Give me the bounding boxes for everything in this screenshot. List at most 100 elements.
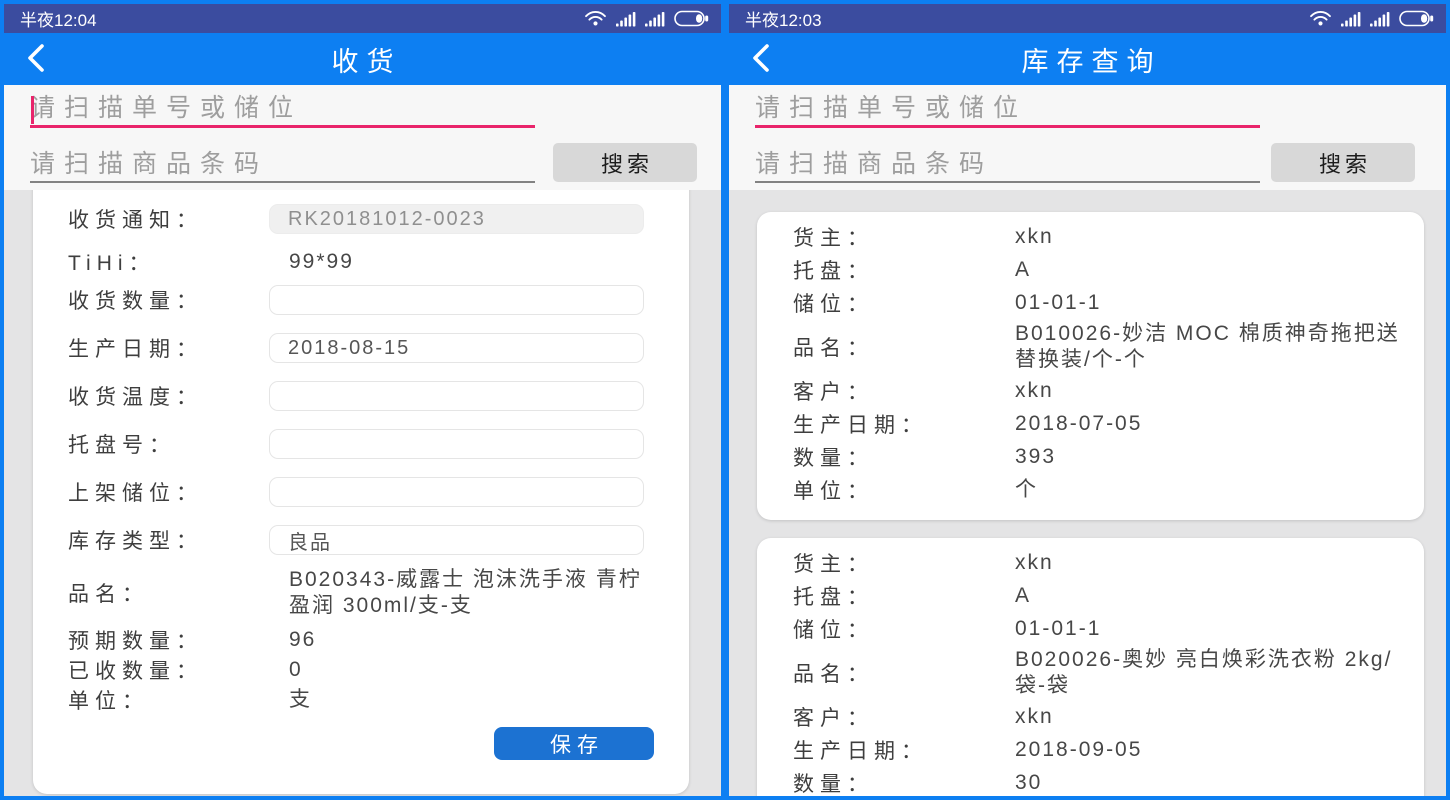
field-label: 生产日期： [68, 333, 269, 363]
pallet-value: A [1015, 583, 1031, 609]
inventory-row-bin: 储位： 01-01-1 [793, 614, 1404, 644]
stock-type-input[interactable] [269, 525, 644, 555]
inventory-list: 货主： xkn 托盘： A 储位： 01-01-1 品名： B010026-妙洁… [729, 190, 1446, 796]
field-label: 生产日期： [793, 735, 1015, 765]
field-label: 收货数量： [68, 285, 269, 315]
back-button[interactable] [18, 41, 54, 77]
field-label: 预期数量： [68, 625, 269, 655]
field-label: 品名： [793, 332, 1015, 362]
inventory-row-owner: 货主： xkn [793, 222, 1404, 252]
search-section: 搜索 [729, 85, 1446, 190]
putaway-bin-input[interactable] [269, 477, 644, 507]
customer-value: xkn [1015, 704, 1054, 730]
field-label: 单位： [68, 685, 269, 715]
inventory-row-customer: 客户： xkn [793, 702, 1404, 732]
bin-value: 01-01-1 [1015, 290, 1101, 316]
back-chevron-icon [26, 42, 46, 77]
signal-bars-icon [616, 11, 636, 27]
inventory-row-owner: 货主： xkn [793, 548, 1404, 578]
bin-value: 01-01-1 [1015, 616, 1101, 642]
form-row-production-date: 生产日期： [68, 333, 654, 363]
customer-value: xkn [1015, 378, 1054, 404]
field-label: 托盘： [793, 581, 1015, 611]
product-barcode-input[interactable] [30, 147, 535, 183]
inventory-row-qty: 数量： 30 [793, 768, 1404, 796]
clock-text: 半夜12:03 [745, 6, 822, 31]
form-row-receive-qty: 收货数量： [68, 285, 654, 315]
order-or-bin-scan-input[interactable] [755, 92, 1260, 128]
battery-icon [1399, 10, 1434, 27]
order-or-bin-scan-input[interactable] [30, 92, 535, 128]
field-label: 品名： [793, 658, 1015, 688]
unit-value: 支 [269, 687, 644, 713]
battery-icon [674, 10, 709, 27]
owner-value: xkn [1015, 224, 1054, 250]
field-label: 上架储位： [68, 477, 269, 507]
field-label: 收货温度： [68, 381, 269, 411]
unit-value: 个 [1015, 477, 1038, 503]
field-label: 托盘号： [68, 429, 269, 459]
expected-qty-value: 96 [269, 627, 644, 653]
form-row-received-qty: 已收数量： 0 [68, 655, 654, 685]
inventory-row-production-date: 生产日期： 2018-09-05 [793, 735, 1404, 765]
dual-screen-mockup: 半夜12:04 收货 [0, 0, 1450, 800]
inventory-card: 货主： xkn 托盘： A 储位： 01-01-1 品名： B020026-奥妙… [757, 538, 1424, 796]
status-bar: 半夜12:03 [729, 4, 1446, 33]
search-button[interactable]: 搜索 [553, 143, 697, 182]
wifi-icon [1309, 10, 1332, 27]
form-row-receipt-notice: 收货通知： [68, 204, 654, 234]
owner-value: xkn [1015, 550, 1054, 576]
inventory-row-product-name: 品名： B010026-妙洁 MOC 棉质神奇拖把送替换装/个-个 [793, 321, 1404, 373]
text-cursor [31, 96, 34, 124]
inventory-row-qty: 数量： 393 [793, 442, 1404, 472]
search-button[interactable]: 搜索 [1271, 143, 1415, 182]
back-button[interactable] [743, 41, 779, 77]
form-row-putaway-bin: 上架储位： [68, 477, 654, 507]
signal-bars-icon [1370, 11, 1390, 27]
tihi-value: 99*99 [269, 249, 644, 275]
pallet-no-input[interactable] [269, 429, 644, 459]
page-title: 库存查询 [1014, 40, 1162, 79]
save-row: 保存 [68, 727, 654, 760]
form-row-pallet-no: 托盘号： [68, 429, 654, 459]
received-qty-value: 0 [269, 657, 644, 683]
inventory-row-bin: 储位： 01-01-1 [793, 288, 1404, 318]
receiving-content: 收货通知： TiHi： 99*99 收货数量： 生产日期： 收货温度： [4, 190, 721, 796]
app-header: 收货 [4, 33, 721, 85]
field-label: 收货通知： [68, 204, 269, 234]
receiving-form-card: 收货通知： TiHi： 99*99 收货数量： 生产日期： 收货温度： [33, 190, 689, 794]
production-date-value: 2018-09-05 [1015, 737, 1142, 763]
receipt-notice-input [269, 204, 644, 234]
form-row-expected-qty: 预期数量： 96 [68, 625, 654, 655]
field-label: 储位： [793, 614, 1015, 644]
inventory-row-unit: 单位： 个 [793, 475, 1404, 505]
field-label: TiHi： [68, 247, 269, 277]
receiving-screen: 半夜12:04 收货 [4, 4, 721, 796]
form-row-stock-type: 库存类型： [68, 525, 654, 555]
inventory-row-customer: 客户： xkn [793, 376, 1404, 406]
field-label: 托盘： [793, 255, 1015, 285]
production-date-value: 2018-07-05 [1015, 411, 1142, 437]
field-label: 库存类型： [68, 525, 269, 555]
pallet-value: A [1015, 257, 1031, 283]
field-label: 单位： [793, 475, 1015, 505]
field-label: 客户： [793, 376, 1015, 406]
product-barcode-input[interactable] [755, 147, 1260, 183]
form-row-product-name: 品名： B020343-威露士 泡沫洗手液 青柠盈润 300ml/支-支 [68, 567, 654, 619]
status-bar: 半夜12:04 [4, 4, 721, 33]
receive-temp-input[interactable] [269, 381, 644, 411]
field-label: 储位： [793, 288, 1015, 318]
inventory-row-pallet: 托盘： A [793, 581, 1404, 611]
inventory-card: 货主： xkn 托盘： A 储位： 01-01-1 品名： B010026-妙洁… [757, 212, 1424, 520]
save-button[interactable]: 保存 [494, 727, 654, 760]
receive-qty-input[interactable] [269, 285, 644, 315]
wifi-icon [584, 10, 607, 27]
search-section: 搜索 [4, 85, 721, 190]
production-date-input[interactable] [269, 333, 644, 363]
app-header: 库存查询 [729, 33, 1446, 85]
qty-value: 393 [1015, 444, 1056, 470]
form-row-tihi: TiHi： 99*99 [68, 247, 654, 277]
field-label: 数量： [793, 768, 1015, 796]
field-label: 货主： [793, 222, 1015, 252]
inventory-row-pallet: 托盘： A [793, 255, 1404, 285]
